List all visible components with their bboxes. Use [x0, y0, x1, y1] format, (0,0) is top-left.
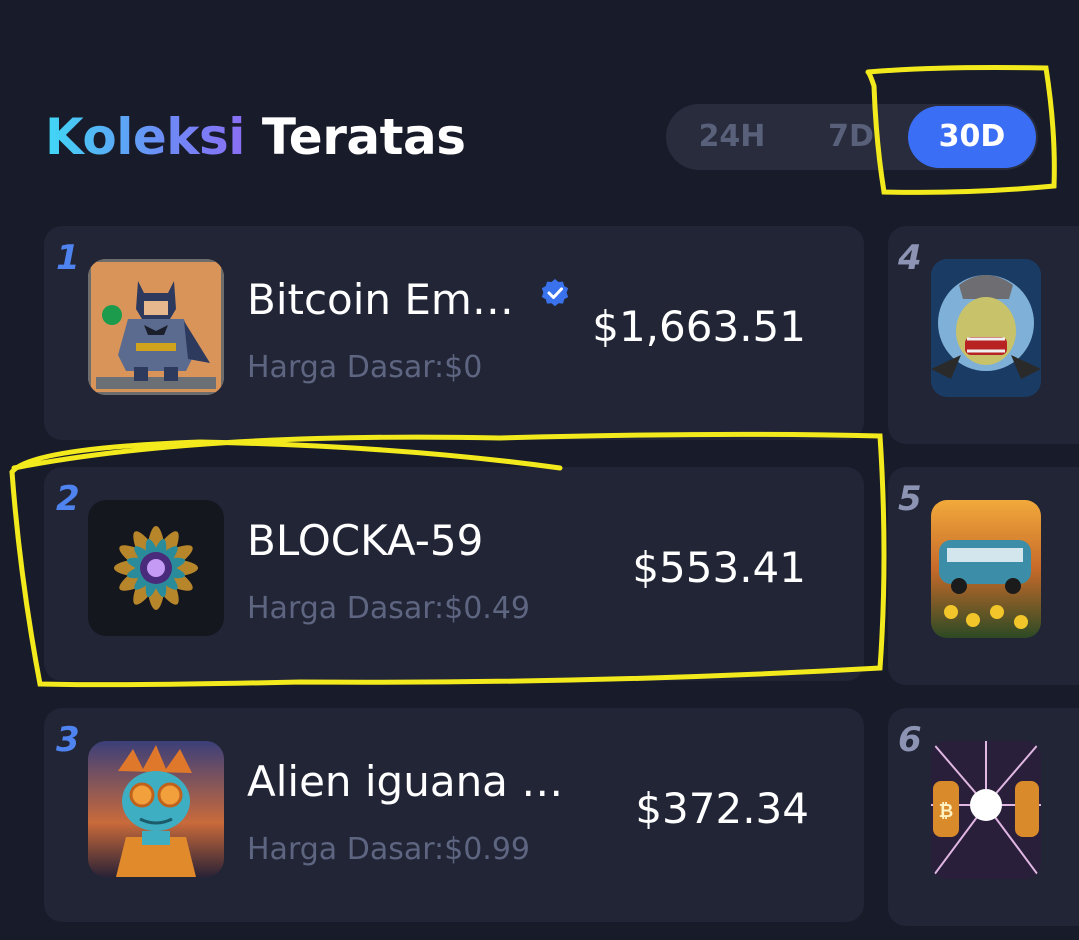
floor-price: Harga Dasar:$0 [247, 350, 483, 385]
floor-price: Harga Dasar:$0.99 [247, 832, 531, 867]
title-accent: Koleksi [45, 108, 245, 166]
collection-card[interactable]: 2 BLOCKA-59 Harga Dasar:$0.49 $553.41 [44, 467, 864, 681]
collection-card[interactable]: 5 [888, 467, 1079, 685]
collection-name: Bitcoin Em… [247, 275, 514, 324]
volume-value: $372.34 [635, 784, 809, 833]
floor-price: Harga Dasar:$0.49 [247, 591, 531, 626]
collection-name: Alien iguana … [247, 757, 564, 806]
page-title: Koleksi Teratas [45, 108, 466, 166]
collection-card[interactable]: 3 Alien iguana … Harga Dasar:$0.99 $372.… [44, 708, 864, 922]
ape-nft-thumbnail [931, 259, 1041, 397]
collection-card[interactable]: 6 ₿ [888, 708, 1079, 926]
rank-number: 1 [56, 238, 80, 278]
rank-number: 2 [56, 479, 80, 519]
alien-iguana-nft-thumbnail [88, 741, 224, 877]
fractal-flower-nft-thumbnail [88, 500, 224, 636]
batman-nft-thumbnail [88, 259, 224, 395]
tab-30d[interactable]: 30D [908, 106, 1036, 168]
collection-card[interactable]: 4 [888, 226, 1079, 444]
rank-number: 4 [898, 238, 922, 278]
title-rest: Teratas [261, 108, 466, 166]
bitcoin-portal-nft-thumbnail: ₿ [931, 741, 1041, 879]
rank-number: 6 [898, 720, 922, 760]
bus-sunset-nft-thumbnail [931, 500, 1041, 638]
volume-value: $553.41 [632, 543, 806, 592]
period-selector: 24H 7D 30D [666, 104, 1038, 170]
rank-number: 3 [56, 720, 80, 760]
top-collections-screen: Koleksi Teratas 24H 7D 30D 1 Bitcoin Em…… [0, 0, 1079, 940]
tab-7d[interactable]: 7D [811, 104, 891, 170]
volume-value: $1,663.51 [592, 302, 806, 351]
rank-number: 5 [898, 479, 922, 519]
collection-name: BLOCKA-59 [247, 516, 484, 565]
tab-24h[interactable]: 24H [686, 104, 778, 170]
verified-badge-icon [541, 279, 569, 307]
collection-card[interactable]: 1 Bitcoin Em… Harga Dasar:$0 $1,663.51 [44, 226, 864, 440]
svg-text:₿: ₿ [939, 801, 954, 822]
